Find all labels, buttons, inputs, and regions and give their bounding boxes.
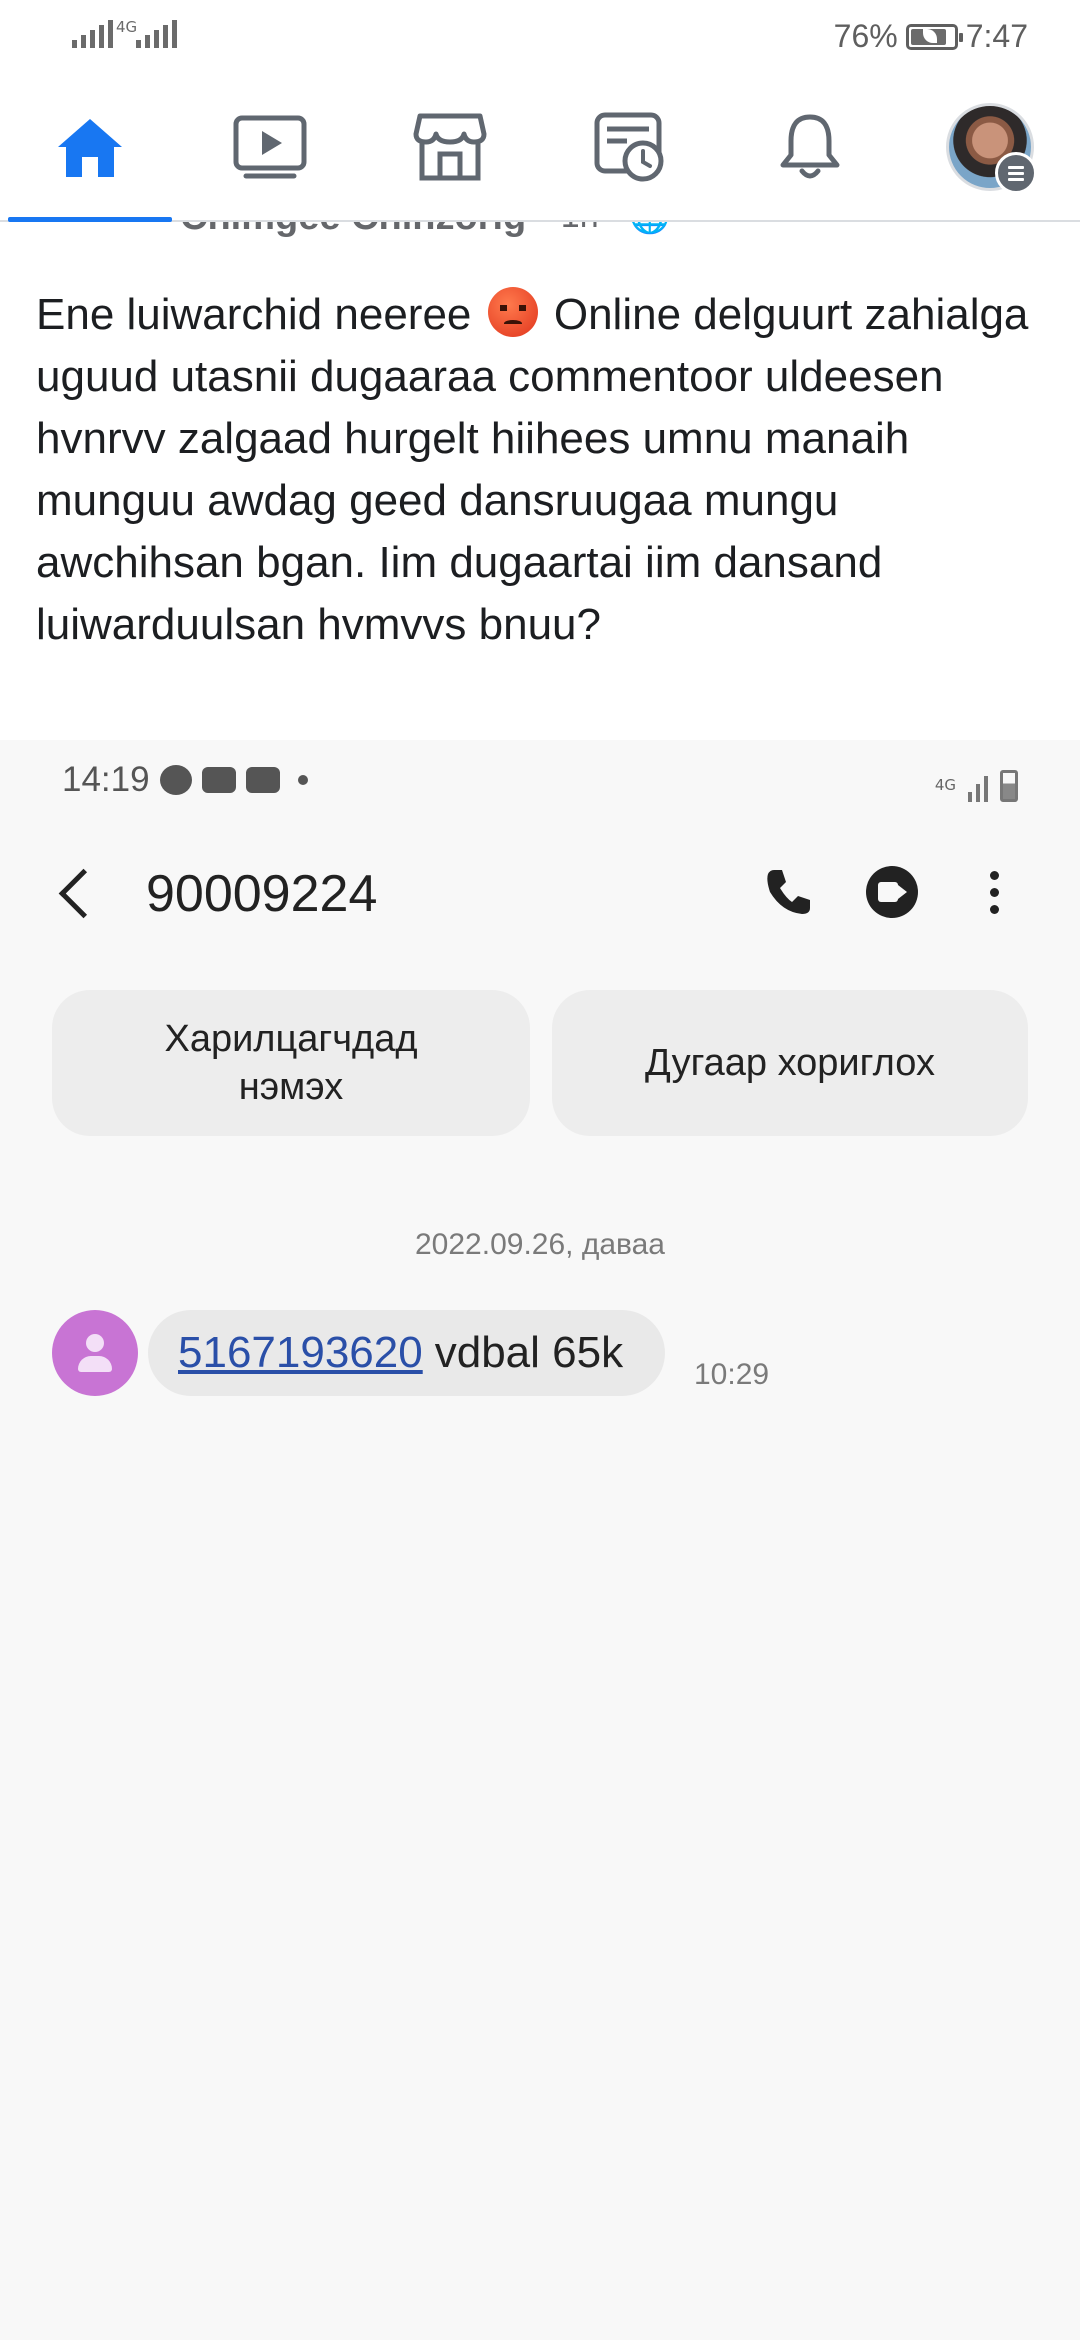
video-call-icon[interactable] [866,866,918,918]
add-to-contacts-label: Харилцагчдад нэмэх [164,1018,418,1108]
add-to-contacts-button[interactable]: Харилцагчдад нэмэх [52,990,530,1136]
signal-strength-icon [72,20,113,48]
feed-clock-icon [594,112,664,182]
profile-avatar [946,103,1037,194]
account-number-link[interactable]: 5167193620 [178,1328,423,1378]
phone-call-icon[interactable] [762,866,814,918]
tab-notifications[interactable] [720,74,900,220]
tab-watch[interactable] [180,74,360,220]
clock: 7:47 [965,18,1028,54]
post-text-part-1: Ene luiwarchid neeree [36,290,472,339]
tab-memories[interactable] [540,74,720,220]
message-text: vdbal 65k [434,1328,624,1377]
tab-menu[interactable] [900,74,1080,220]
sms-header: 90009224 [0,840,1080,950]
inner-clock: 14:19 [62,760,150,799]
post-image-sms-screenshot[interactable]: 14:19 4G 90009224 Харилцагчдад нэмэх Дуг… [0,740,1080,2340]
post-text-part-2: Online delguurt zahialga uguud utasnii d… [36,290,1029,649]
more-options-icon[interactable] [968,866,1020,918]
block-number-label: Дугаар хориглох [645,1042,935,1084]
voicemail-icon [245,767,280,793]
network-type: 4G [116,18,138,36]
tab-marketplace[interactable] [360,74,540,220]
date-separator: 2022.09.26, даваа [415,1228,665,1261]
inner-signal-icon [968,774,988,802]
post-text: Ene luiwarchid neeree Online delguurt za… [36,284,1056,656]
message-bubble[interactable]: 5167193620 vdbal 65k [148,1310,666,1396]
status-bar: 4G 76% 7:47 [0,0,1080,74]
tab-home[interactable] [0,74,180,222]
inner-status-right: 4G [935,770,1018,802]
signal-strength-2-icon [136,20,177,48]
bell-icon [780,114,840,179]
menu-icon [995,152,1037,194]
block-number-button[interactable]: Дугаар хориглох [552,990,1028,1136]
inner-battery-icon [1000,770,1018,802]
messenger-icon [159,765,192,795]
video-play-icon [233,115,307,179]
inner-network-type: 4G [934,776,956,794]
contact-number: 90009224 [146,865,378,923]
inner-status-bar: 14:19 [62,760,308,800]
angry-face-emoji-icon [487,287,538,337]
message-time: 10:29 [694,1358,770,1391]
home-icon [58,119,122,177]
youtube-icon [201,767,236,793]
back-arrow-icon[interactable] [58,868,109,919]
contact-avatar-icon[interactable] [52,1310,138,1396]
storefront-icon [413,113,487,181]
battery-icon [905,23,963,50]
more-notifications-icon [297,775,308,785]
status-bar-right: 76% 7:47 [834,18,1028,55]
top-nav-bar [0,74,1080,222]
battery-percent: 76% [833,18,898,54]
